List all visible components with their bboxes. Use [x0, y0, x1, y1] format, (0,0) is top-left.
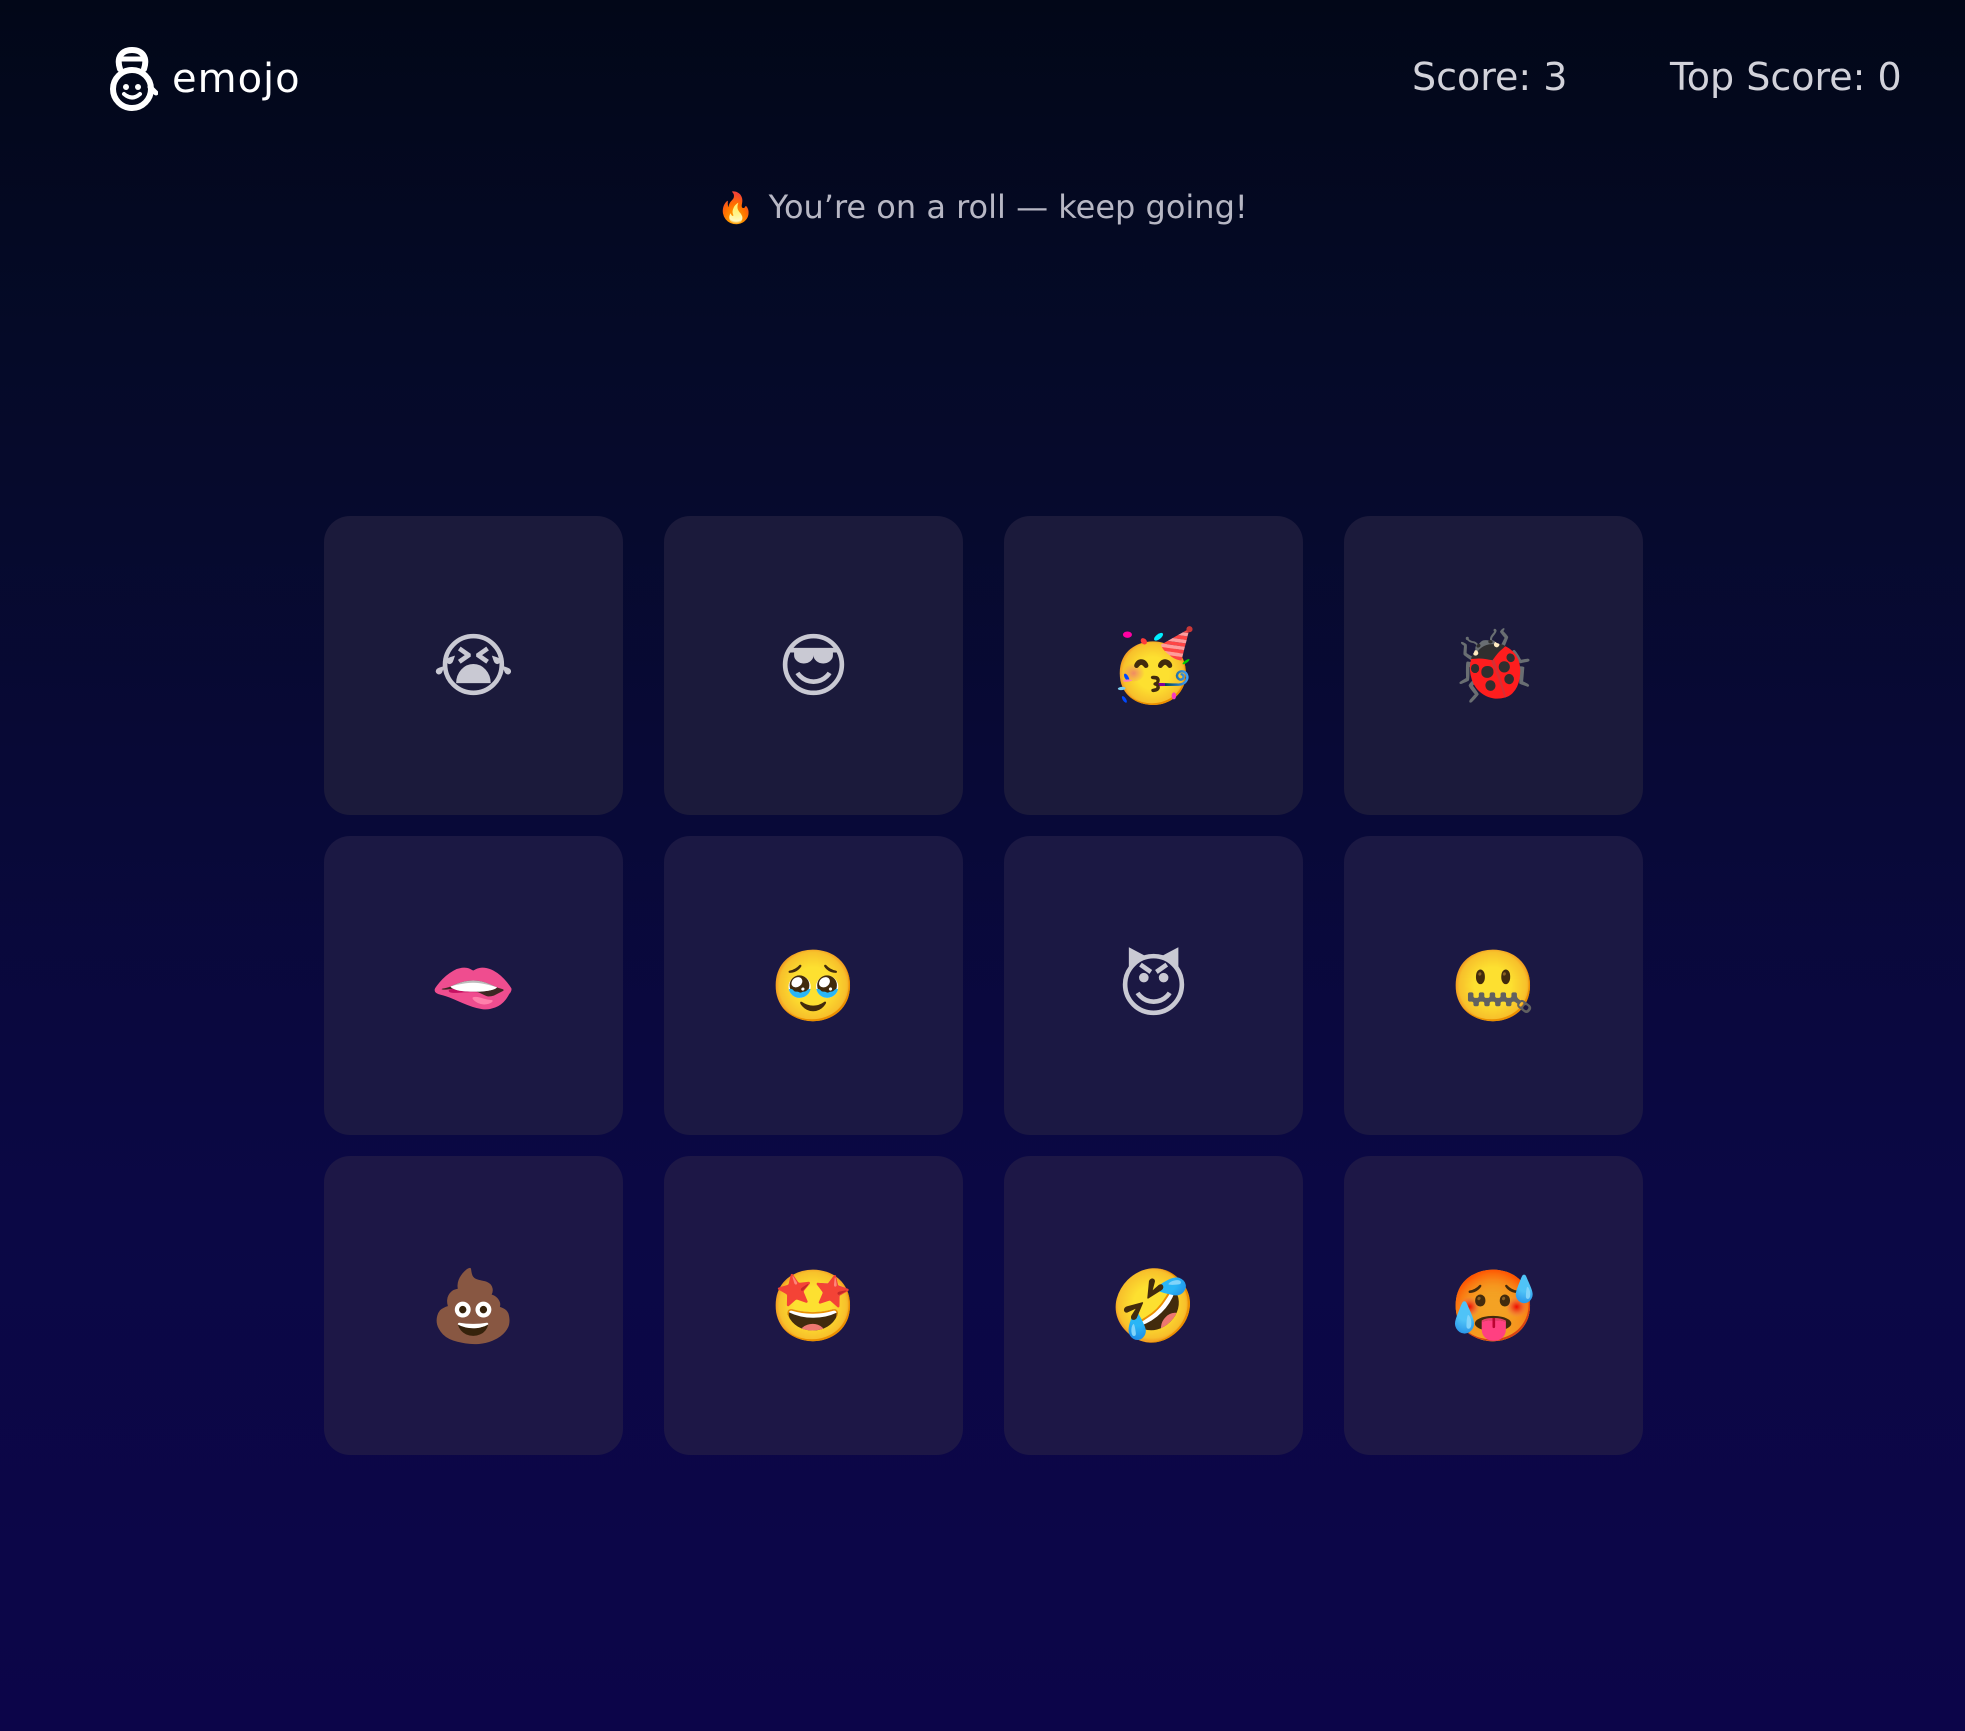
emoji-card-sunglasses-face[interactable]: 😎	[664, 516, 963, 815]
emoji-card-star-struck[interactable]: 🤩	[664, 1156, 963, 1455]
status-text: You’re on a roll — keep going!	[768, 188, 1248, 226]
rolling-on-the-floor-laughing-icon: 🤣	[1109, 1264, 1198, 1347]
face-holding-back-tears-icon: 🥹	[769, 944, 858, 1027]
loudly-crying-face-icon: 😭	[432, 624, 515, 707]
top-score-display: Top Score: 0	[1670, 55, 1902, 99]
header: emojo Score: 3 Top Score: 0	[0, 0, 1965, 160]
biting-lip-icon: 🫦	[429, 944, 518, 1027]
emoji-card-biting-lip[interactable]: 🫦	[324, 836, 623, 1135]
smiling-face-with-horns-icon: 😈	[1117, 944, 1190, 1027]
partying-face-icon: 🥳	[1109, 624, 1198, 707]
card-grid: 😭 😎 🥳 🐞 🫦 🥹 😈 🤐 💩 🤩 🤣 🥵	[324, 516, 1643, 1455]
pile-of-poo-icon: 💩	[429, 1264, 518, 1347]
star-struck-icon: 🤩	[769, 1264, 858, 1347]
emoji-card-zipper-mouth-face[interactable]: 🤐	[1344, 836, 1643, 1135]
hot-face-icon: 🥵	[1449, 1264, 1538, 1347]
smiling-face-with-sunglasses-icon: 😎	[777, 624, 850, 707]
kettlebell-smiley-icon	[110, 47, 158, 111]
logo[interactable]: emojo	[106, 47, 301, 111]
emoji-card-lady-beetle[interactable]: 🐞	[1344, 516, 1643, 815]
emoji-card-pile-of-poo[interactable]: 💩	[324, 1156, 623, 1455]
lady-beetle-icon: 🐞	[1449, 624, 1538, 707]
zipper-mouth-face-icon: 🤐	[1449, 944, 1538, 1027]
emoji-card-smiling-face-with-horns[interactable]: 😈	[1004, 836, 1303, 1135]
status-message: 🔥 You’re on a roll — keep going!	[0, 188, 1965, 226]
logo-text: emojo	[172, 56, 301, 102]
emoji-card-loudly-crying-face[interactable]: 😭	[324, 516, 623, 815]
fire-icon: 🔥	[717, 191, 755, 226]
emoji-card-hot-face[interactable]: 🥵	[1344, 1156, 1643, 1455]
score-display: Score: 3	[1412, 55, 1568, 99]
emoji-card-partying-face[interactable]: 🥳	[1004, 516, 1303, 815]
emoji-card-holding-back-tears[interactable]: 🥹	[664, 836, 963, 1135]
emoji-card-rolling-laughing[interactable]: 🤣	[1004, 1156, 1303, 1455]
